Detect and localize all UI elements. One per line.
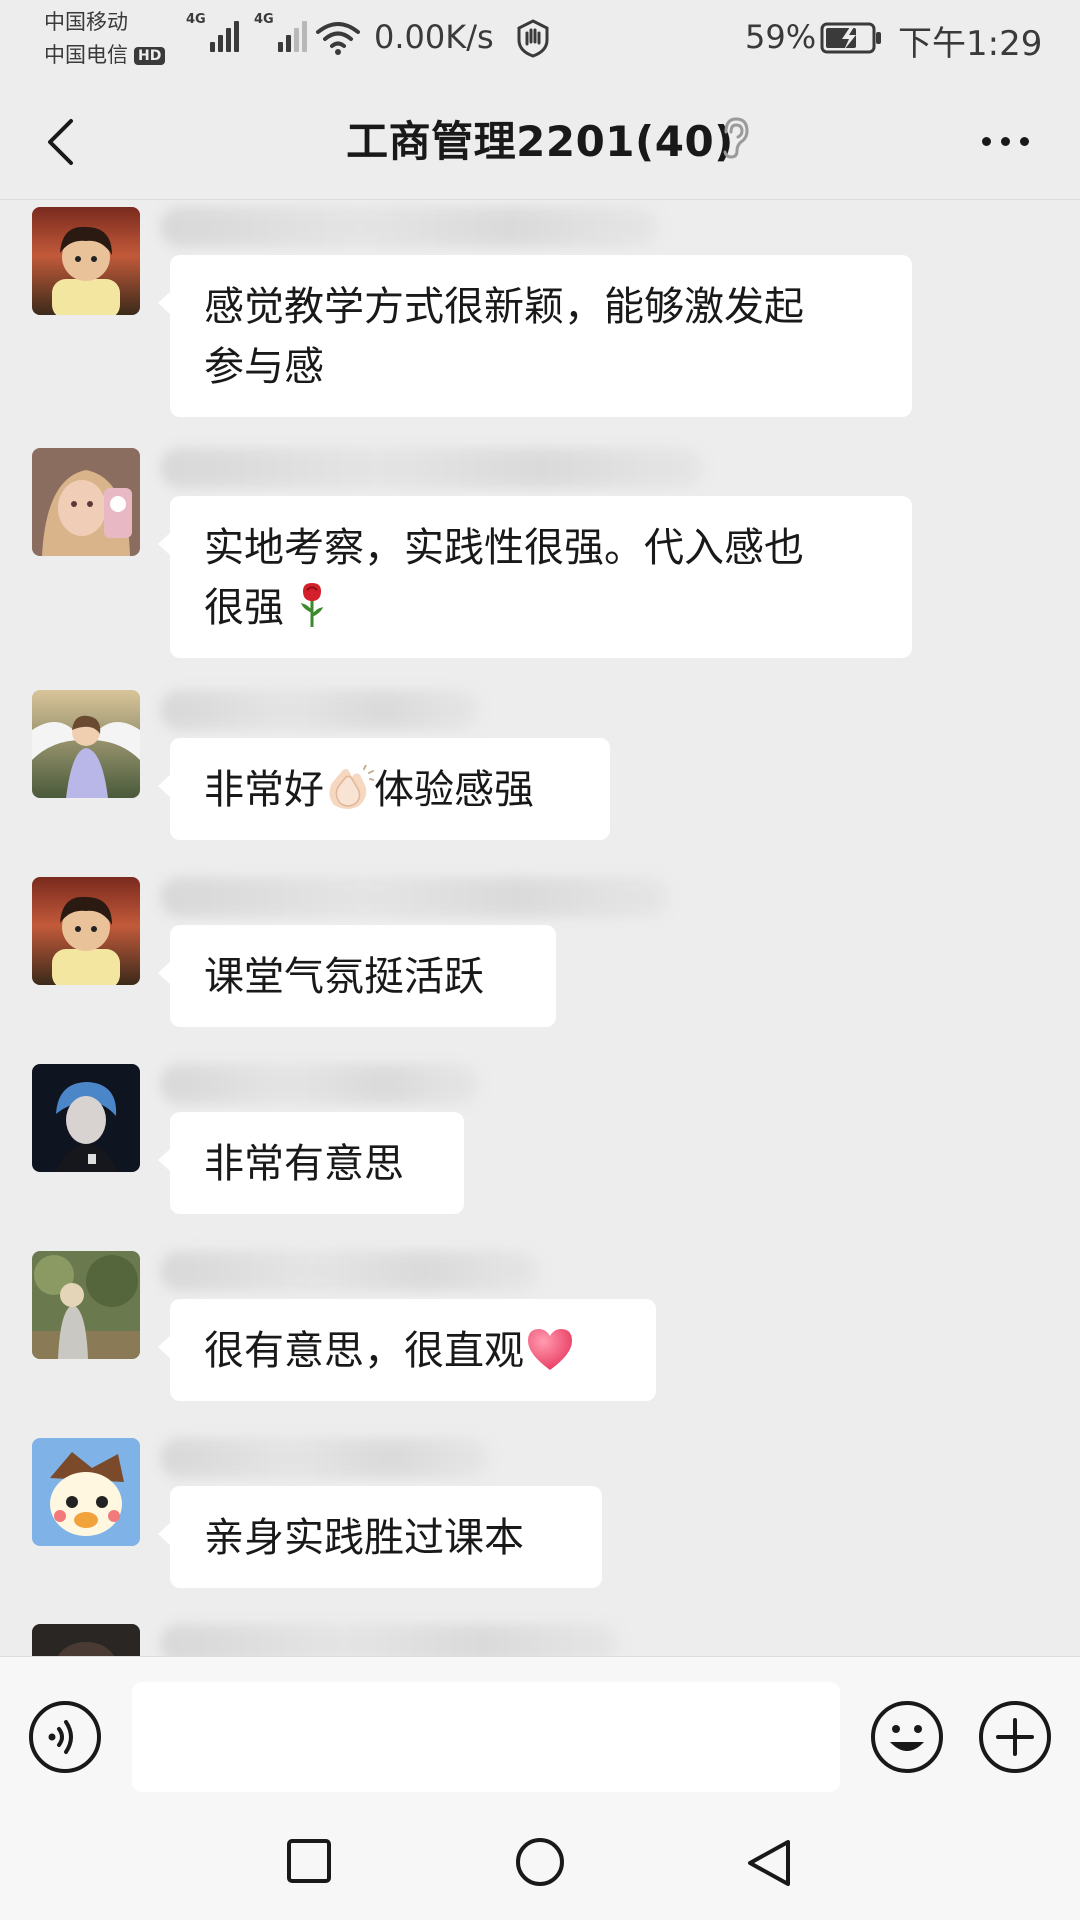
signal-2-icon: 4G	[254, 12, 307, 52]
message-text: 课堂气氛挺活跃	[204, 954, 484, 1000]
plus-icon[interactable]	[978, 1700, 1052, 1774]
message-bubble[interactable]: 非常好 体验感强	[158, 738, 610, 840]
avatar[interactable]	[32, 877, 140, 985]
message-input[interactable]	[132, 1682, 840, 1792]
hd-badge: HD	[134, 46, 166, 65]
message-bubble[interactable]: 亲身实践胜过课本	[158, 1486, 602, 1588]
clock: 下午1:29	[898, 24, 1043, 64]
network-2-label: 4G	[254, 12, 274, 27]
heart-emoji	[528, 1329, 572, 1370]
message-bubble[interactable]: 很有意思，很直观	[158, 1299, 656, 1401]
message-text: 很强	[204, 585, 284, 631]
signal-1-icon: 4G	[186, 12, 239, 52]
message-text: 体验感强	[374, 767, 534, 813]
battery-percent: 59%	[745, 18, 817, 56]
carrier-2-label: 中国电信	[44, 43, 128, 67]
clapping-hands-emoji	[329, 765, 374, 809]
battery-icon	[820, 22, 881, 54]
net-speed: 0.00K/s	[374, 18, 494, 56]
avatar[interactable]	[32, 1064, 140, 1172]
sender-name	[160, 448, 705, 488]
back-nav-icon[interactable]	[746, 1838, 792, 1888]
sender-name	[160, 690, 480, 730]
message-text: 实地考察，实践性很强。代入感也	[204, 525, 804, 571]
avatar[interactable]	[32, 207, 140, 315]
more-button[interactable]	[970, 116, 1040, 166]
message-text: 非常有意思	[204, 1141, 404, 1187]
smiley-icon[interactable]	[870, 1700, 944, 1774]
voice-icon[interactable]	[28, 1700, 102, 1774]
sender-name	[160, 1438, 490, 1478]
wifi-icon	[316, 22, 360, 55]
avatar[interactable]	[32, 1251, 140, 1359]
sender-name	[160, 1064, 480, 1104]
avatar[interactable]	[32, 448, 140, 556]
status-bar: 中国移动 中国电信 HD 4G 4G 0.00K/s 59% 下午1:29	[0, 0, 1080, 82]
message-bubble[interactable]: 实地考察，实践性很强。代入感也 很强	[158, 496, 912, 658]
avatar[interactable]	[32, 690, 140, 798]
sender-name	[160, 877, 670, 917]
message-list[interactable]: 感觉教学方式很新颖，能够激发起 参与感 实地考察，实践性很强。代入感也 很强 非…	[0, 200, 1080, 1656]
message-text: 参与感	[204, 344, 324, 390]
sender-name	[160, 207, 660, 247]
message-text: 感觉教学方式很新颖，能够激发起	[204, 284, 804, 330]
system-navigation	[0, 1816, 1080, 1920]
ear-icon	[723, 117, 749, 159]
home-icon[interactable]	[514, 1838, 566, 1890]
more-dots-icon	[981, 136, 991, 146]
message-text: 亲身实践胜过课本	[204, 1515, 524, 1561]
network-1-label: 4G	[186, 12, 206, 27]
hand-icon	[517, 19, 549, 58]
avatar[interactable]	[32, 1438, 140, 1546]
message-text: 很有意思，很直观	[204, 1328, 524, 1374]
carrier-1-label: 中国移动	[44, 10, 128, 34]
message-bubble[interactable]: 课堂气氛挺活跃	[158, 925, 556, 1027]
sender-name	[160, 1251, 540, 1291]
message-bubble[interactable]: 非常有意思	[158, 1112, 464, 1214]
message-text: 非常好	[204, 767, 324, 813]
message-bubble[interactable]: 感觉教学方式很新颖，能够激发起 参与感	[158, 255, 912, 417]
chat-header: 工商管理2201(40)	[0, 82, 1080, 200]
rose-emoji	[300, 583, 323, 627]
input-bar	[0, 1656, 1080, 1816]
sender-name	[160, 1624, 620, 1656]
avatar[interactable]	[32, 1624, 140, 1656]
chat-title: 工商管理2201(40)	[346, 117, 734, 166]
carrier-info: 中国移动 中国电信 HD	[44, 6, 166, 72]
recent-apps-icon[interactable]	[286, 1838, 332, 1884]
